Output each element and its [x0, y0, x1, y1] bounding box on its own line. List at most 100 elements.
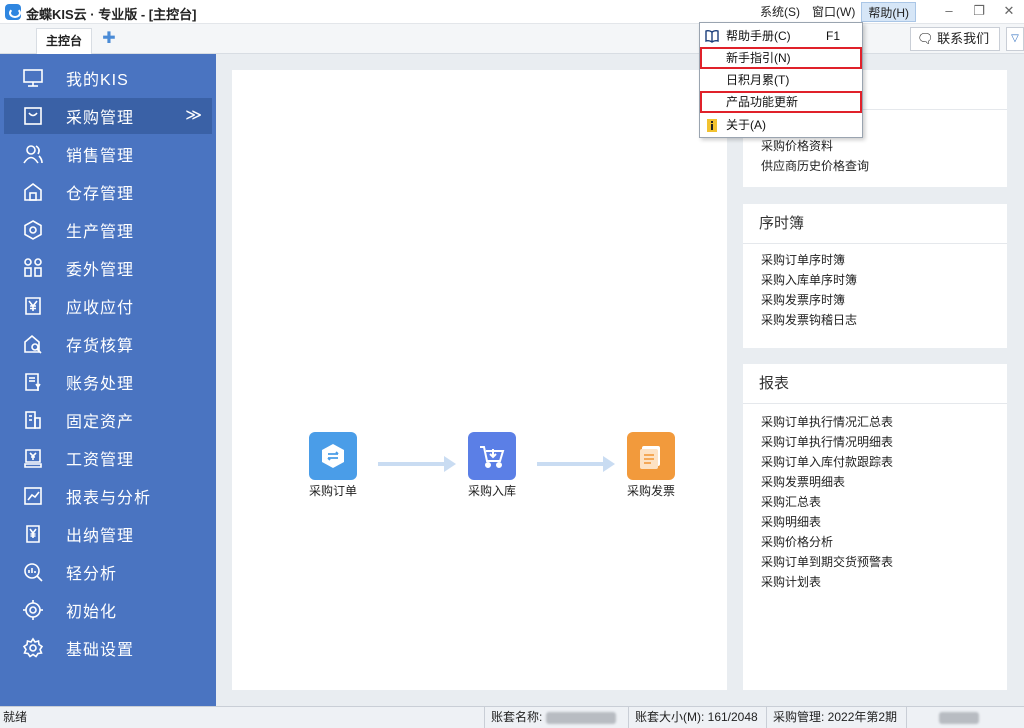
flow-arrow — [378, 456, 456, 472]
flow-node-label: 采购发票 — [626, 484, 675, 498]
link-report-item[interactable]: 采购汇总表 — [761, 492, 1007, 512]
menu-item-label: 帮助手册(C) — [726, 29, 791, 43]
status-account-name: 账套名称: — [484, 707, 628, 728]
flow-node-label: 采购入库 — [467, 484, 516, 498]
menu-item-about[interactable]: 关于(A) — [700, 114, 862, 136]
sidebar-item-my-kis[interactable]: 我的KIS — [4, 60, 212, 96]
sidebar-item-label: 账务处理 — [66, 376, 135, 393]
flow-node-purchase-inbound[interactable]: 采购入库 — [457, 432, 527, 499]
yen-document-icon — [18, 295, 48, 317]
sidebar-item-outsource[interactable]: 委外管理 — [4, 250, 212, 286]
menu-item-help-manual[interactable]: 帮助手册(C) F1 — [700, 25, 862, 47]
status-ready: 就绪 — [3, 710, 28, 724]
sidebar-item-receivable-payable[interactable]: 应收应付 — [4, 288, 212, 324]
sidebar-item-cashier[interactable]: 出纳管理 — [4, 516, 212, 552]
title-bar: 金蝶KIS云 · 专业版 - [主控台] 系统(S) 窗口(W) 帮助(H) –… — [0, 0, 1024, 24]
sidebar-item-fixed-assets[interactable]: 固定资产 — [4, 402, 212, 438]
menu-item-label: 日积月累(T) — [726, 73, 790, 87]
sidebar-item-label: 固定资产 — [66, 414, 135, 431]
users-icon — [18, 143, 48, 165]
sidebar: 我的KIS 采购管理 ≫ 销售管理 仓存管理 生产管理 委外管理 应收应付 存货… — [0, 54, 216, 706]
target-icon — [18, 599, 48, 621]
sidebar-item-label: 基础设置 — [66, 642, 135, 659]
sidebar-item-label: 仓存管理 — [66, 186, 135, 203]
menu-bar: 系统(S) 窗口(W) 帮助(H) — [754, 2, 916, 22]
status-account-size: 账套大小(M): 161/2048 — [628, 707, 758, 728]
contact-icon: 🗨 — [917, 31, 934, 46]
menu-item-beginner-guide[interactable]: 新手指引(N) — [700, 47, 862, 69]
sidebar-item-sales[interactable]: 销售管理 — [4, 136, 212, 172]
link-inbound-sequence[interactable]: 采购入库单序时簿 — [761, 270, 1007, 290]
sidebar-item-label: 销售管理 — [66, 148, 135, 165]
menu-item-product-updates[interactable]: 产品功能更新 — [700, 91, 862, 113]
sidebar-item-label: 初始化 — [66, 604, 118, 621]
sidebar-item-label: 轻分析 — [66, 566, 118, 583]
analysis-icon — [18, 561, 48, 583]
sidebar-item-label: 生产管理 — [66, 224, 135, 241]
sidebar-item-initialize[interactable]: 初始化 — [4, 592, 212, 628]
purchase-flow-canvas: 采购订单 采购入库 采购发票 — [232, 70, 727, 690]
link-supplier-price-history[interactable]: 供应商历史价格查询 — [761, 156, 1007, 176]
restore-button[interactable]: ❐ — [964, 0, 994, 22]
link-invoice-sequence[interactable]: 采购发票序时簿 — [761, 290, 1007, 310]
sidebar-item-label: 报表与分析 — [66, 490, 152, 507]
link-report-item[interactable]: 采购价格分析 — [761, 532, 1007, 552]
close-button[interactable]: ✕ — [994, 0, 1024, 22]
sidebar-item-basic-settings[interactable]: 基础设置 — [4, 630, 212, 666]
sequence-panel-title: 序时簿 — [743, 204, 1007, 244]
sidebar-item-label: 我的KIS — [66, 72, 129, 89]
sidebar-item-production[interactable]: 生产管理 — [4, 212, 212, 248]
sidebar-item-salary[interactable]: 工资管理 — [4, 440, 212, 476]
flow-node-purchase-invoice[interactable]: 采购发票 — [616, 432, 686, 499]
building-icon — [18, 409, 48, 431]
outsource-icon — [18, 257, 48, 279]
sequence-panel: 序时簿 采购订单序时簿 采购入库单序时簿 采购发票序时簿 采购发票钩稽日志 — [743, 204, 1007, 348]
sidebar-item-inventory-accounting[interactable]: 存货核算 — [4, 326, 212, 362]
tab-main-console[interactable]: 主控台 — [36, 28, 92, 54]
link-report-item[interactable]: 采购订单入库付款跟踪表 — [761, 452, 1007, 472]
double-chevron-right-icon: ≫ — [185, 107, 202, 124]
sidebar-item-label: 采购管理 — [66, 110, 135, 127]
menu-help[interactable]: 帮助(H) — [861, 2, 916, 22]
flow-node-purchase-order[interactable]: 采购订单 — [298, 432, 368, 499]
sidebar-item-label: 委外管理 — [66, 262, 135, 279]
ledger-icon — [18, 371, 48, 393]
sidebar-item-purchase[interactable]: 采购管理 ≫ — [4, 98, 212, 134]
book-icon — [704, 28, 720, 44]
account-name-redacted — [545, 711, 616, 724]
menu-window[interactable]: 窗口(W) — [806, 2, 861, 22]
link-report-item[interactable]: 采购发票明细表 — [761, 472, 1007, 492]
menu-item-label: 产品功能更新 — [726, 95, 799, 109]
window-title: 金蝶KIS云 · 专业版 - [主控台] — [26, 7, 197, 22]
menu-system[interactable]: 系统(S) — [754, 2, 806, 22]
info-icon — [704, 117, 720, 133]
contact-us-button[interactable]: 🗨 联系我们 — [910, 27, 1000, 51]
cart-inbound-icon — [468, 432, 516, 480]
link-purchase-price-data[interactable]: 采购价格资料 — [761, 136, 1007, 156]
sidebar-item-warehouse[interactable]: 仓存管理 — [4, 174, 212, 210]
link-report-item[interactable]: 采购明细表 — [761, 512, 1007, 532]
link-report-item[interactable]: 采购订单执行情况明细表 — [761, 432, 1007, 452]
sidebar-item-accounting[interactable]: 账务处理 — [4, 364, 212, 400]
sidebar-item-light-analysis[interactable]: 轻分析 — [4, 554, 212, 590]
sidebar-item-label: 出纳管理 — [66, 528, 135, 545]
help-dropdown-menu: 帮助手册(C) F1 新手指引(N) 日积月累(T) 产品功能更新 关于(A) — [699, 22, 863, 138]
hexagon-gear-icon — [18, 219, 48, 241]
tab-bar: 主控台 ✚ — [0, 24, 1024, 54]
expand-dropdown-icon[interactable]: ▽ — [1006, 27, 1024, 51]
add-tab-icon[interactable]: ✚ — [100, 30, 118, 48]
sidebar-item-reports[interactable]: 报表与分析 — [4, 478, 212, 514]
sidebar-item-label: 应收应付 — [66, 300, 135, 317]
link-report-item[interactable]: 采购订单到期交货预警表 — [761, 552, 1007, 572]
link-invoice-check-log[interactable]: 采购发票钩稽日志 — [761, 310, 1007, 330]
menu-item-shortcut: F1 — [826, 29, 841, 43]
cashier-icon — [18, 523, 48, 545]
link-report-item[interactable]: 采购计划表 — [761, 572, 1007, 592]
window-controls: – ❐ ✕ — [934, 0, 1024, 22]
link-report-item[interactable]: 采购订单执行情况汇总表 — [761, 412, 1007, 432]
contact-label: 联系我们 — [937, 31, 990, 46]
link-po-sequence[interactable]: 采购订单序时簿 — [761, 250, 1007, 270]
minimize-button[interactable]: – — [934, 0, 964, 22]
inventory-search-icon — [18, 333, 48, 355]
menu-item-tips[interactable]: 日积月累(T) — [700, 69, 862, 91]
